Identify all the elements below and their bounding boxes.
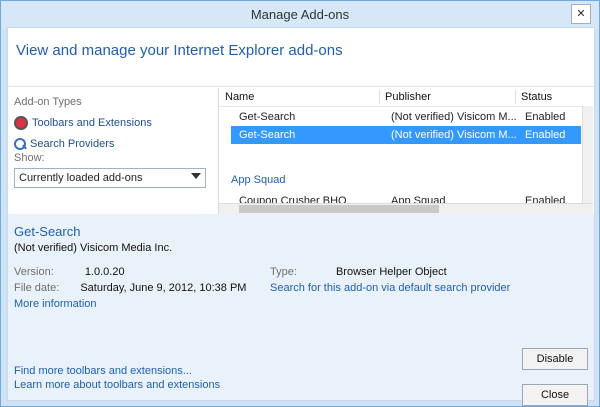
close-icon[interactable]: ✕ <box>571 4 591 24</box>
show-select-value: Currently loaded add-ons <box>19 172 143 184</box>
horizontal-scrollbar[interactable] <box>219 203 593 214</box>
sidebar-item-toolbars[interactable]: Toolbars and Extensions <box>14 116 152 130</box>
addon-title: Get-Search <box>14 224 81 239</box>
learn-more-toolbars-link[interactable]: Learn more about toolbars and extensions <box>14 378 220 392</box>
type-label: Type: <box>270 266 297 278</box>
table-row-selected[interactable]: Get-Search (Not verified) Visicom M... E… <box>231 126 581 144</box>
close-button[interactable]: Close <box>522 384 588 406</box>
column-name[interactable]: Name <box>225 91 254 103</box>
version-value: 1.0.0.20 <box>84 266 125 278</box>
cell-name: Get-Search <box>239 111 296 123</box>
type-value: Browser Helper Object <box>335 266 447 278</box>
column-publisher[interactable]: Publisher <box>385 91 431 103</box>
cell-publisher: (Not verified) Visicom M... <box>391 129 517 141</box>
addon-types-label: Add-on Types <box>14 96 82 108</box>
window-title: Manage Add-ons <box>250 7 350 22</box>
more-information-link[interactable]: More information <box>14 298 97 310</box>
vertical-scrollbar[interactable] <box>582 106 593 218</box>
addons-list: Name Publisher Status Get-Search (Not ve… <box>218 88 593 218</box>
header-text: View and manage your Internet Explorer a… <box>16 42 343 59</box>
list-header: Name Publisher Status <box>219 88 593 107</box>
scroll-thumb[interactable] <box>239 205 439 213</box>
gear-icon <box>14 116 28 130</box>
titlebar: Manage Add-ons ✕ <box>1 1 599 29</box>
column-status[interactable]: Status <box>521 91 552 103</box>
filedate-label: File date: <box>14 282 60 294</box>
find-more-toolbars-link[interactable]: Find more toolbars and extensions... <box>14 364 220 378</box>
addon-types-panel: Add-on Types Toolbars and Extensions Sea… <box>8 88 212 213</box>
table-row[interactable]: Get-Search (Not verified) Visicom M... E… <box>231 108 581 126</box>
chevron-down-icon <box>191 173 201 179</box>
cell-status: Enabled <box>525 129 566 141</box>
addon-subtitle: (Not verified) Visicom Media Inc. <box>14 242 173 254</box>
search-addon-link[interactable]: Search for this add-on via default searc… <box>270 282 510 294</box>
sidebar-item-label: Toolbars and Extensions <box>32 117 152 129</box>
details-pane: Get-Search (Not verified) Visicom Media … <box>8 214 594 406</box>
show-label: Show: <box>14 152 45 164</box>
filedate-value: Saturday, June 9, 2012, 10:38 PM <box>80 282 247 294</box>
main-panel: View and manage your Internet Explorer a… <box>7 27 595 406</box>
manage-addons-window: Manage Add-ons ✕ View and manage your In… <box>0 0 600 407</box>
group-label: App Squad <box>231 174 286 186</box>
search-icon <box>14 138 26 150</box>
sidebar-item-label: Search Providers <box>30 138 115 150</box>
disable-button[interactable]: Disable <box>522 348 588 370</box>
sidebar-item-search-providers[interactable]: Search Providers <box>14 138 114 150</box>
cell-publisher: (Not verified) Visicom M... <box>391 111 517 123</box>
header-area: View and manage your Internet Explorer a… <box>8 28 594 87</box>
cell-status: Enabled <box>525 111 566 123</box>
version-label: Version: <box>14 266 54 278</box>
cell-name: Get-Search <box>239 129 296 141</box>
show-select[interactable]: Currently loaded add-ons <box>14 168 206 188</box>
